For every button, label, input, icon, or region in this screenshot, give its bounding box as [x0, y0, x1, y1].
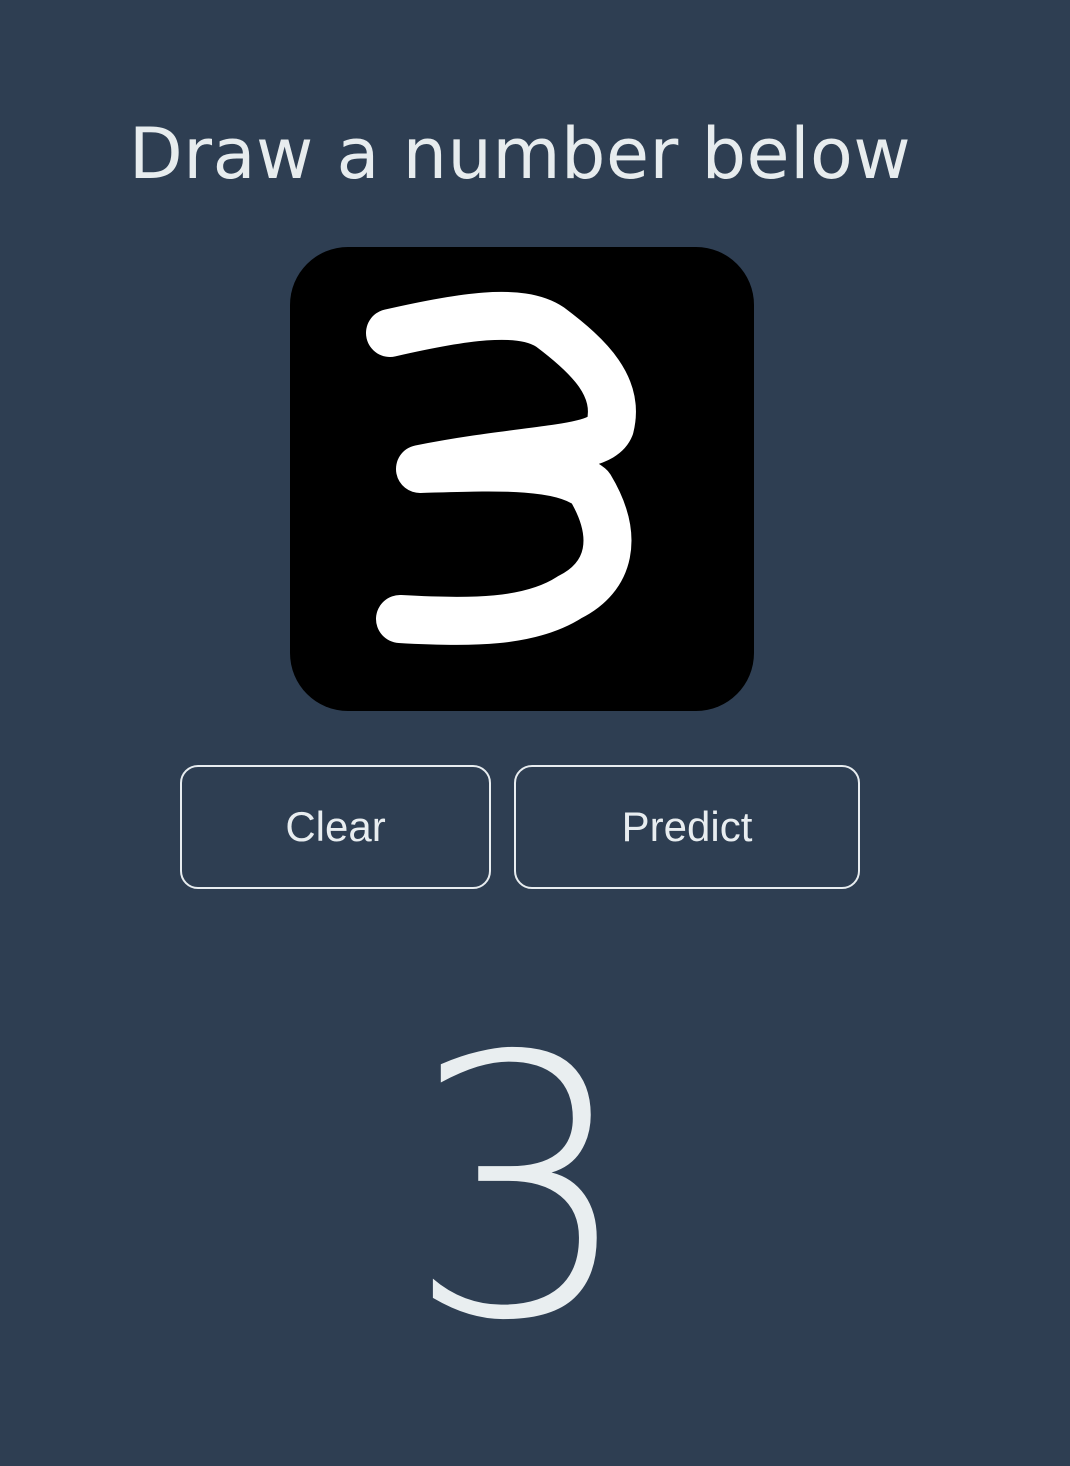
- page-title: Draw a number below: [128, 113, 912, 195]
- prediction-result: 3: [405, 980, 635, 1399]
- drawing-canvas[interactable]: [290, 247, 754, 711]
- clear-button[interactable]: Clear: [180, 765, 491, 889]
- drawn-digit-stroke: [366, 291, 636, 645]
- predict-button[interactable]: Predict: [514, 765, 860, 889]
